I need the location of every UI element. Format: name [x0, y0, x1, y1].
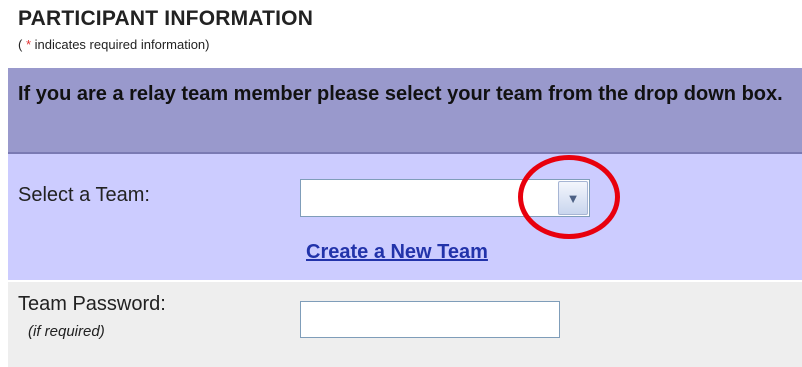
team-password-input[interactable]	[300, 301, 560, 338]
team-password-label: Team Password:	[18, 293, 166, 315]
team-instruction-text: If you are a relay team member please se…	[18, 83, 783, 105]
create-new-team-link[interactable]: Create a New Team	[306, 241, 488, 264]
team-select-dropdown-button[interactable]: ▼	[558, 181, 588, 215]
team-panel: If you are a relay team member please se…	[8, 68, 802, 367]
note-prefix: (	[18, 37, 26, 52]
required-note: ( * indicates required information)	[18, 37, 210, 52]
chevron-down-icon: ▼	[566, 191, 580, 207]
team-panel-header: If you are a relay team member please se…	[8, 68, 802, 154]
note-suffix: indicates required information)	[31, 37, 210, 52]
team-instruction: If you are a relay team member please se…	[18, 79, 802, 109]
team-select[interactable]: ▼	[300, 179, 590, 217]
team-password-sublabel: (if required)	[28, 323, 105, 340]
select-team-row: Select a Team: ▼ Create a New Team	[8, 154, 802, 280]
participant-information-section: PARTICIPANT INFORMATION ( * indicates re…	[0, 0, 802, 367]
team-password-row: Team Password: (if required)	[8, 282, 802, 367]
section-title: PARTICIPANT INFORMATION	[18, 7, 314, 30]
select-team-label: Select a Team:	[18, 184, 150, 206]
